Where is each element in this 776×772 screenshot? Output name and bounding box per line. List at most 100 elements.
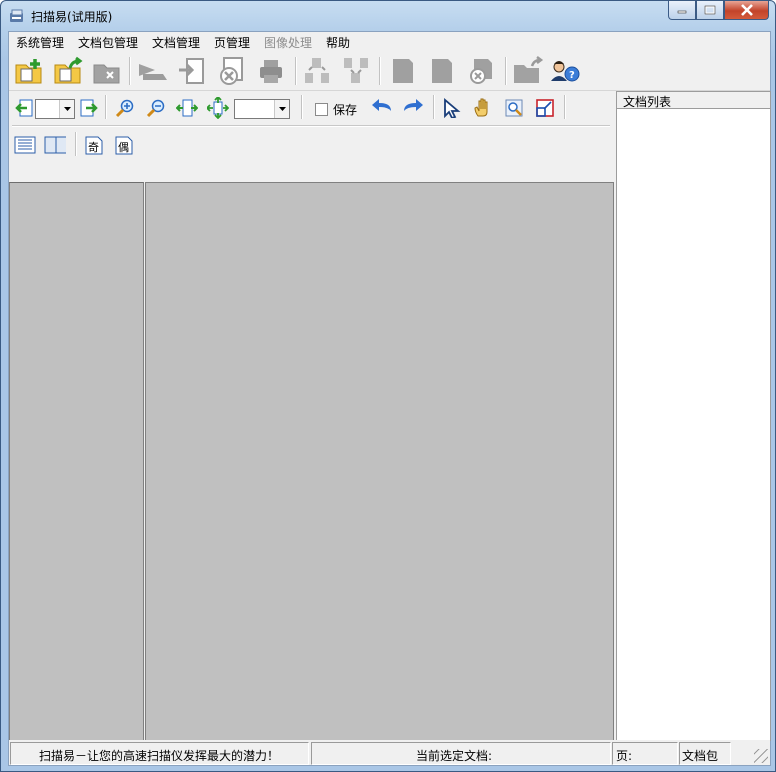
zoom-in-button[interactable] — [114, 97, 136, 119]
move-up-icon — [305, 58, 329, 83]
move-down-button[interactable] — [340, 55, 372, 87]
menu-system[interactable]: 系统管理 — [16, 34, 64, 51]
move-down-icon — [344, 58, 368, 83]
chevron-down-icon[interactable] — [59, 100, 74, 118]
undo-icon — [372, 99, 391, 111]
zoom-in-icon — [115, 99, 134, 118]
app-window: 扫描易(试用版) 系统管理 文档包管理 文档管理 页管理 图像处理 帮助 ? 保… — [0, 0, 776, 772]
zoom-area-button[interactable] — [503, 97, 525, 119]
import-icon — [179, 58, 204, 84]
crop-button[interactable] — [534, 97, 556, 119]
status-bar: 扫描易－让您的高速扫描仪发挥最大的潜力！ 当前选定文档: 页: 文档包 — [9, 740, 770, 765]
even-pages-label: 偶 — [118, 141, 129, 154]
export-button[interactable] — [512, 55, 544, 87]
new-package-button[interactable] — [13, 55, 45, 87]
status-current-doc-cell: 当前选定文档: — [311, 742, 611, 765]
fit-width-button[interactable] — [176, 97, 198, 119]
close-button[interactable] — [724, 1, 769, 20]
zoom-combo[interactable] — [234, 99, 290, 119]
status-page: 页: — [616, 749, 633, 763]
open-package-button[interactable] — [52, 55, 84, 87]
next-page-button[interactable] — [77, 97, 99, 119]
document-list-header: 文档列表 — [617, 92, 770, 109]
document-list-panel[interactable]: 文档列表 — [616, 91, 771, 741]
document-list-title: 文档列表 — [623, 95, 672, 109]
delete-page-button[interactable] — [465, 55, 497, 87]
zoom-out-button[interactable] — [145, 97, 167, 119]
redo-icon — [404, 99, 423, 111]
pan-tool-button[interactable] — [472, 97, 494, 119]
prev-page-icon — [15, 99, 33, 117]
menu-package[interactable]: 文档包管理 — [78, 34, 138, 51]
export-icon — [514, 56, 544, 83]
page-button-2[interactable] — [426, 55, 458, 87]
print-icon — [260, 60, 282, 83]
new-package-icon — [15, 59, 42, 84]
status-current-doc: 当前选定文档: — [416, 749, 493, 763]
status-page-cell: 页: — [612, 742, 678, 765]
main-toolbar: ? — [9, 53, 770, 91]
page-2-icon — [432, 59, 452, 83]
open-package-icon — [54, 56, 83, 84]
status-slogan: 扫描易－让您的高速扫描仪发挥最大的潜力！ — [39, 749, 280, 763]
menu-image[interactable]: 图像处理 — [264, 34, 312, 51]
menu-help[interactable]: 帮助 — [326, 34, 350, 51]
scan-icon — [139, 64, 167, 80]
fit-page-icon — [207, 97, 229, 119]
delete-page-icon — [470, 59, 492, 84]
status-package-cell: 文档包 — [679, 742, 731, 765]
close-package-button[interactable] — [91, 55, 123, 87]
even-pages-button[interactable]: 偶 — [113, 134, 135, 156]
page-1-icon — [393, 59, 413, 83]
move-up-button[interactable] — [301, 55, 333, 87]
single-page-view-icon — [14, 136, 36, 154]
save-checkbox[interactable] — [315, 103, 328, 116]
resize-grip[interactable] — [754, 749, 768, 763]
redo-button[interactable] — [402, 96, 424, 118]
odd-pages-label: 奇 — [88, 141, 99, 154]
hand-icon — [474, 98, 488, 117]
prev-page-button[interactable] — [14, 97, 36, 119]
help-button[interactable]: ? — [548, 55, 580, 87]
two-page-view-icon — [44, 136, 66, 154]
fit-page-button[interactable] — [207, 97, 229, 119]
menu-document[interactable]: 文档管理 — [152, 34, 200, 51]
maximize-button[interactable] — [696, 1, 724, 20]
crop-icon — [536, 99, 554, 117]
zoom-area-icon — [505, 99, 523, 117]
thumbnail-pane[interactable] — [9, 182, 144, 741]
menu-bar: 系统管理 文档包管理 文档管理 页管理 图像处理 帮助 — [9, 32, 770, 52]
maximize-icon — [704, 5, 716, 15]
delete-document-button[interactable] — [215, 55, 247, 87]
svg-text:?: ? — [569, 70, 575, 81]
page-view-pane[interactable] — [145, 182, 614, 741]
menu-page[interactable]: 页管理 — [214, 34, 250, 51]
next-page-icon — [80, 99, 98, 117]
close-icon — [740, 4, 753, 16]
print-button[interactable] — [255, 55, 287, 87]
odd-pages-button[interactable]: 奇 — [83, 134, 105, 156]
import-button[interactable] — [176, 55, 208, 87]
chevron-down-icon[interactable] — [274, 100, 289, 118]
client-area: 系统管理 文档包管理 文档管理 页管理 图像处理 帮助 ? 保存 奇 偶 文档列… — [8, 31, 771, 766]
single-page-view-button[interactable] — [14, 134, 36, 156]
help-user-icon: ? — [551, 61, 580, 82]
fit-width-icon — [176, 99, 198, 117]
minimize-icon — [677, 10, 687, 14]
select-tool-button[interactable] — [441, 97, 463, 119]
status-package: 文档包 — [682, 749, 719, 763]
scan-button[interactable] — [137, 55, 169, 87]
page-button-1[interactable] — [387, 55, 419, 87]
zoom-out-icon — [146, 99, 165, 118]
two-page-view-button[interactable] — [44, 134, 66, 156]
title-bar[interactable]: 扫描易(试用版) — [1, 1, 775, 31]
window-title: 扫描易(试用版) — [31, 10, 113, 24]
delete-doc-icon — [220, 57, 243, 85]
status-slogan-cell: 扫描易－让您的高速扫描仪发挥最大的潜力！ — [10, 742, 309, 765]
save-checkbox-label: 保存 — [333, 103, 358, 117]
cursor-arrow-icon — [444, 98, 461, 118]
minimize-button[interactable] — [668, 1, 696, 20]
page-combo[interactable] — [35, 99, 75, 119]
app-icon — [9, 8, 25, 24]
undo-button[interactable] — [371, 96, 393, 118]
